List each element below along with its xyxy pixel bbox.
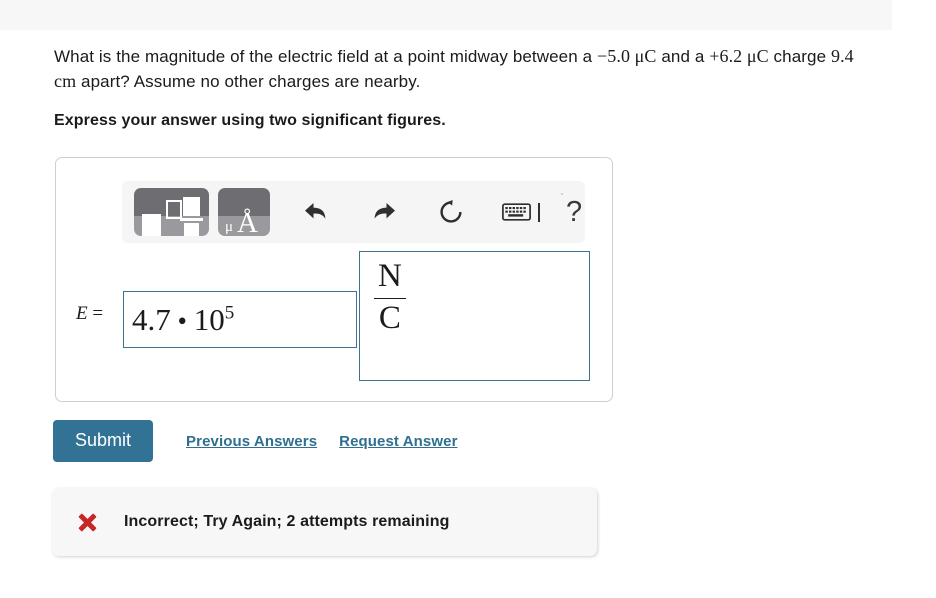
template-box-glyph bbox=[142, 214, 161, 236]
variable-symbol: E bbox=[76, 303, 88, 324]
question-text-part3: charge bbox=[768, 47, 831, 66]
question-text-part4: apart? Assume no other charges are nearb… bbox=[76, 72, 421, 91]
equation-row: E = 4.7 • 105 N C bbox=[56, 251, 612, 381]
unit-fraction: N C bbox=[374, 258, 406, 336]
undo-icon[interactable] bbox=[302, 199, 330, 225]
units-mu-glyph: μ bbox=[225, 219, 234, 235]
question-text-part2: and a bbox=[656, 47, 710, 66]
unit-denominator: C bbox=[378, 299, 401, 336]
value-operator: • bbox=[177, 305, 187, 336]
feedback-message: Incorrect; Try Again; 2 attempts remaini… bbox=[124, 513, 450, 530]
submit-button[interactable]: Submit bbox=[53, 420, 154, 462]
reset-icon[interactable] bbox=[438, 199, 464, 225]
value-exponent: 5 bbox=[224, 302, 235, 324]
text-cursor-icon bbox=[538, 202, 540, 222]
units-button[interactable]: μ Å bbox=[218, 188, 270, 236]
equation-editor-toolbar: μ Å ? bbox=[122, 181, 585, 243]
variable-label: E = bbox=[76, 303, 103, 325]
answer-unit-input[interactable]: N C bbox=[359, 251, 590, 381]
question-charge2: +6.2 μC bbox=[709, 46, 769, 66]
question-charge1: −5.0 μC bbox=[597, 46, 657, 66]
template-denominator-glyph bbox=[184, 223, 199, 236]
equals-sign: = bbox=[92, 303, 104, 324]
template-outline-glyph bbox=[166, 200, 182, 219]
unit-fraction-bar bbox=[374, 297, 406, 299]
units-angstrom-glyph: Å bbox=[237, 207, 258, 237]
top-header-strip bbox=[0, 0, 892, 30]
help-icon[interactable]: ? bbox=[566, 197, 582, 227]
answer-instruction: Express your answer using two significan… bbox=[54, 112, 446, 129]
template-fraction-bar-glyph bbox=[180, 218, 203, 221]
toolbar-dot-marker bbox=[561, 193, 563, 195]
question-text-part1: What is the magnitude of the electric fi… bbox=[54, 47, 597, 66]
redo-icon[interactable] bbox=[370, 199, 398, 225]
request-answer-link[interactable]: Request Answer bbox=[339, 433, 457, 450]
question-block: What is the magnitude of the electric fi… bbox=[54, 44, 874, 130]
actions-row: Submit Previous Answers Request Answer bbox=[53, 420, 458, 462]
answer-value-text: 4.7 • 105 bbox=[132, 302, 234, 338]
keyboard-icon[interactable] bbox=[502, 202, 540, 222]
feedback-box: Incorrect; Try Again; 2 attempts remaini… bbox=[52, 488, 597, 556]
answer-value-input[interactable]: 4.7 • 105 bbox=[123, 291, 357, 348]
previous-answers-link[interactable]: Previous Answers bbox=[186, 433, 317, 450]
answer-entry-panel: μ Å ? E = 4.7 • 105 N C bbox=[55, 157, 613, 402]
x-mark-icon bbox=[76, 511, 98, 533]
template-superscript-glyph bbox=[183, 197, 200, 216]
value-mantissa: 4.7 bbox=[132, 301, 171, 337]
unit-numerator: N bbox=[378, 258, 402, 294]
math-templates-button[interactable] bbox=[134, 188, 209, 236]
value-base: 10 bbox=[193, 301, 225, 337]
question-text: What is the magnitude of the electric fi… bbox=[54, 44, 874, 94]
